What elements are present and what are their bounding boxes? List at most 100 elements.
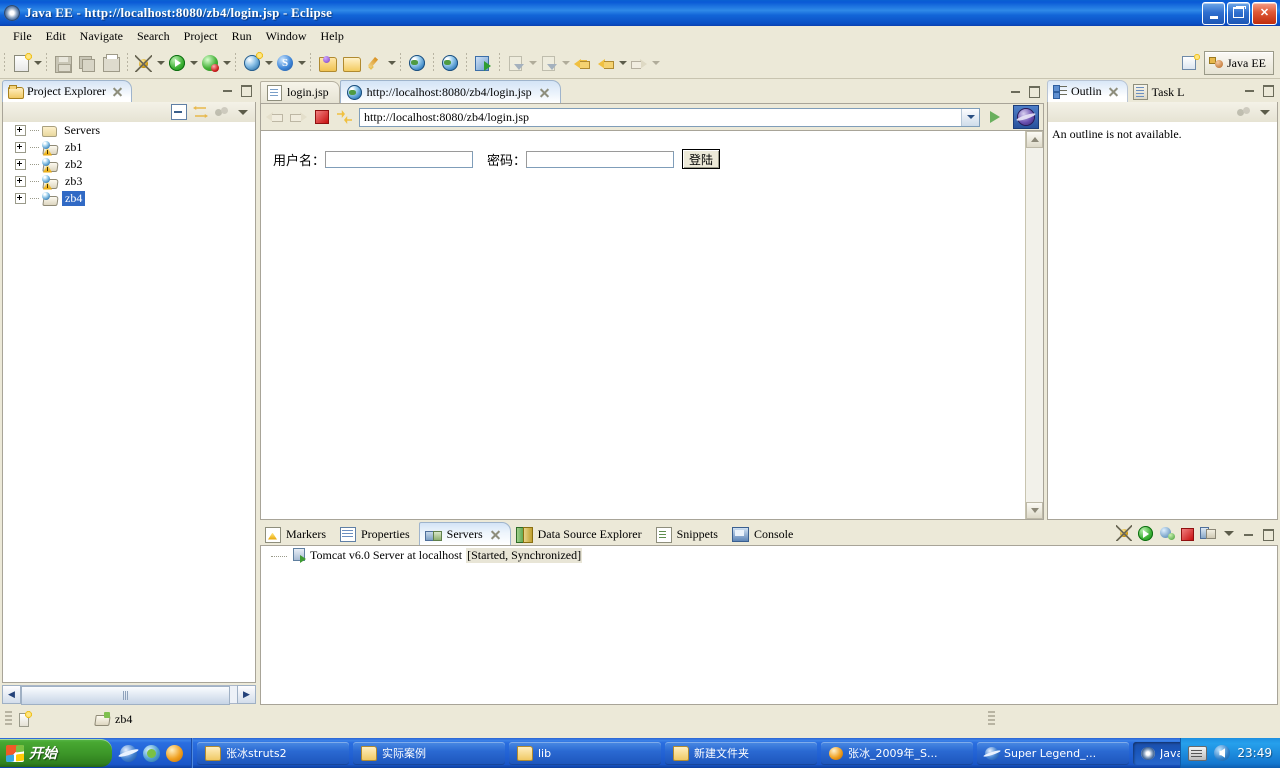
globe-icon-2[interactable] [439, 52, 461, 74]
menu-file[interactable]: File [6, 27, 39, 46]
edit-pencil-dropdown-icon[interactable] [387, 52, 396, 74]
password-input[interactable] [526, 150, 675, 168]
menu-window[interactable]: Window [259, 27, 314, 46]
open-folder-icon[interactable] [340, 52, 362, 74]
profile-icon[interactable] [199, 52, 221, 74]
profile-dropdown-icon[interactable] [222, 52, 231, 74]
run-external-web-icon[interactable] [472, 52, 494, 74]
scroll-right-icon[interactable]: ▶ [237, 685, 256, 704]
tab-login-jsp[interactable]: login.jsp [260, 81, 340, 103]
debug-server-icon[interactable] [1116, 525, 1132, 541]
link-with-editor-icon[interactable] [193, 105, 209, 119]
task-button-java-ee-eclipse[interactable]: Java EE - htt... [1133, 741, 1181, 765]
perspective-button-java-ee[interactable]: Java EE [1204, 51, 1274, 75]
menu-search[interactable]: Search [130, 27, 177, 46]
tree-item-zb4[interactable]: zb4 [3, 190, 255, 207]
go-button[interactable] [983, 107, 1007, 127]
minimize-button[interactable] [1202, 2, 1225, 25]
volume-icon[interactable] [1214, 745, 1231, 761]
expand-icon[interactable] [15, 176, 26, 187]
back-icon[interactable] [571, 52, 593, 74]
expand-icon[interactable] [15, 142, 26, 153]
expand-icon[interactable] [15, 193, 26, 204]
tab-servers[interactable]: Servers [418, 522, 511, 545]
url-dropdown-button[interactable] [961, 108, 979, 126]
new-document-dropdown-icon[interactable] [33, 52, 42, 74]
minimize-view-icon[interactable] [221, 83, 234, 96]
run-dropdown-icon[interactable] [189, 52, 198, 74]
username-input[interactable] [325, 150, 474, 168]
tab-project-explorer[interactable]: Project Explorer [2, 80, 132, 102]
menu-project[interactable]: Project [177, 27, 225, 46]
close-icon[interactable] [539, 87, 550, 98]
firefox-icon[interactable] [166, 744, 183, 762]
tab-console[interactable]: Console [727, 524, 802, 545]
tab-browser-login-jsp[interactable]: http://localhost:8080/zb4/login.jsp [339, 80, 561, 103]
tree-item-zb2[interactable]: zb2 [3, 156, 255, 173]
task-button-xinjian-wenjianjia[interactable]: 新建文件夹 [665, 741, 817, 765]
tree-item-servers[interactable]: Servers [3, 122, 255, 139]
expand-icon[interactable] [15, 125, 26, 136]
open-perspective-icon[interactable] [1180, 54, 1201, 72]
publish-icon[interactable] [1200, 525, 1216, 541]
close-icon[interactable] [490, 529, 501, 540]
save-icon[interactable] [52, 52, 74, 74]
maximize-view-icon[interactable] [1027, 84, 1040, 98]
maximize-view-icon[interactable] [1261, 527, 1274, 541]
refresh-icon[interactable] [336, 109, 353, 125]
back-icon[interactable] [265, 108, 285, 126]
tab-properties[interactable]: Properties [335, 524, 419, 545]
menu-navigate[interactable]: Navigate [73, 27, 130, 46]
new-document-icon[interactable] [10, 52, 32, 74]
server-row-tomcat[interactable]: Tomcat v6.0 Server at localhost [Started… [261, 546, 1277, 565]
run-icon[interactable] [166, 52, 188, 74]
view-menu-icon[interactable] [1222, 526, 1236, 540]
scroll-left-icon[interactable]: ◀ [2, 685, 21, 704]
maximize-view-icon[interactable] [1261, 83, 1274, 97]
print-icon[interactable] [100, 52, 122, 74]
scrollbar-thumb[interactable] [21, 686, 230, 705]
media-player-icon[interactable] [143, 744, 160, 762]
scroll-up-icon[interactable] [1026, 131, 1043, 148]
new-server-dropdown-icon[interactable] [297, 52, 306, 74]
close-icon[interactable] [1108, 86, 1119, 97]
task-button-zhangbing-struts2[interactable]: 张冰struts2 [197, 741, 349, 765]
minimize-view-icon[interactable] [1009, 84, 1022, 97]
expand-icon[interactable] [15, 159, 26, 170]
minimize-view-icon[interactable] [1242, 527, 1255, 540]
view-menu-icon[interactable] [1258, 105, 1272, 119]
tree-item-zb1[interactable]: zb1 [3, 139, 255, 156]
stop-server-icon[interactable] [1181, 527, 1194, 541]
edit-pencil-icon[interactable] [364, 52, 386, 74]
start-server-icon[interactable] [1138, 525, 1153, 541]
task-button-shiji-anli[interactable]: 实际案例 [353, 741, 505, 765]
menu-edit[interactable]: Edit [39, 27, 73, 46]
browser-vertical-scrollbar[interactable] [1025, 131, 1043, 519]
globe-icon[interactable] [406, 52, 428, 74]
debug-dropdown-icon[interactable] [156, 52, 165, 74]
maximize-button[interactable] [1227, 2, 1250, 25]
forward-icon[interactable] [288, 108, 308, 126]
menu-help[interactable]: Help [314, 27, 351, 46]
login-button[interactable]: 登陆 [682, 149, 721, 169]
menu-run[interactable]: Run [225, 27, 259, 46]
profile-server-icon[interactable] [1159, 525, 1175, 541]
collapse-all-icon[interactable] [171, 104, 187, 120]
internet-explorer-icon[interactable] [120, 744, 137, 762]
start-button[interactable]: 开始 [0, 739, 112, 767]
clock[interactable]: 23:49 [1237, 746, 1272, 760]
url-combo[interactable]: http://localhost:8080/zb4/login.jsp [359, 107, 980, 127]
back-history-icon[interactable] [595, 52, 617, 74]
tab-snippets[interactable]: Snippets [651, 524, 727, 545]
tab-data-source-explorer[interactable]: Data Source Explorer [511, 524, 651, 545]
ime-icon[interactable] [1188, 745, 1208, 761]
url-input[interactable]: http://localhost:8080/zb4/login.jsp [360, 109, 961, 126]
new-web-project-dropdown-icon[interactable] [264, 52, 273, 74]
new-server-icon[interactable]: S [274, 52, 296, 74]
close-icon[interactable] [112, 86, 123, 97]
open-in-external-browser-button[interactable] [1013, 105, 1039, 129]
save-all-icon[interactable] [76, 52, 98, 74]
tab-outline[interactable]: Outlin [1047, 80, 1128, 102]
tree-item-zb3[interactable]: zb3 [3, 173, 255, 190]
debug-icon[interactable] [133, 52, 155, 74]
